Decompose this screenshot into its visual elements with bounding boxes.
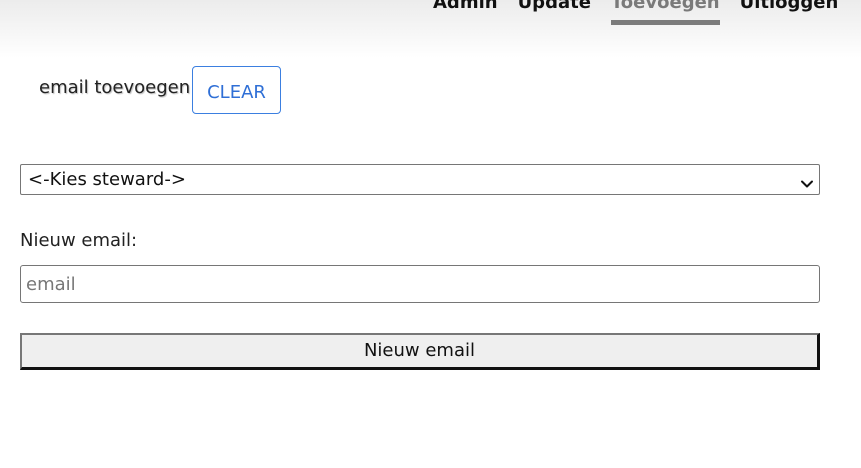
nav-menu: Admin Update Toevoegen Uitloggen [433,0,839,25]
new-email-button[interactable]: Nieuw email [20,333,820,370]
steward-select-value: <-Kies steward-> [28,169,186,190]
email-input[interactable] [20,265,820,303]
steward-select[interactable]: <-Kies steward-> [20,164,820,195]
chevron-down-icon [800,171,814,188]
clear-button[interactable]: CLEAR [192,66,281,114]
nav-item-update[interactable]: Update [518,0,591,14]
top-navigation-bar: Admin Update Toevoegen Uitloggen [0,0,861,58]
nav-item-toevoegen[interactable]: Toevoegen [610,0,720,25]
new-email-label: Nieuw email: [20,230,138,251]
nav-item-admin[interactable]: Admin [433,0,498,14]
page-title: email toevoegen [39,77,191,98]
nav-item-uitloggen[interactable]: Uitloggen [740,0,839,14]
